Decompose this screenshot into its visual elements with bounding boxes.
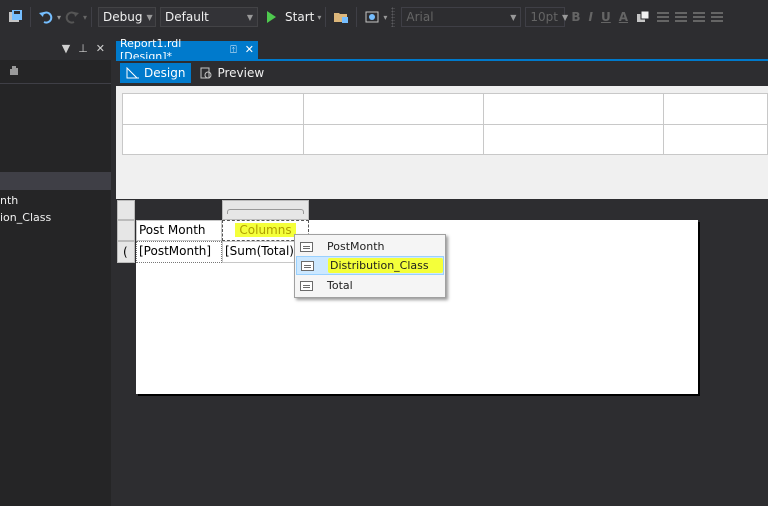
font-name-select[interactable]: Arial ▼	[401, 7, 522, 27]
close-icon[interactable]: ✕	[96, 42, 105, 55]
snapshot-icon[interactable]	[364, 9, 380, 25]
bold-button[interactable]: B	[571, 10, 580, 24]
field-icon	[301, 260, 314, 271]
chevron-down-icon: ▼	[246, 12, 254, 22]
row-handle-details[interactable]: (	[117, 241, 135, 263]
undo-dropdown-icon[interactable]: ▾	[57, 13, 61, 22]
pin-icon[interactable]: ⊥	[78, 42, 88, 55]
align-right-icon[interactable]	[693, 12, 706, 22]
tab-preview[interactable]: Preview	[193, 63, 270, 83]
document-tab[interactable]: Report1.rdl [Design]* ⍐ ✕	[116, 37, 258, 63]
detail-cell-postmonth[interactable]: [PostMonth]	[136, 241, 222, 263]
platform-select[interactable]: Default ▼	[160, 7, 259, 27]
column-handle-spacer	[136, 200, 222, 220]
field-option-label: PostMonth	[327, 240, 385, 253]
open-folder-icon[interactable]	[333, 9, 349, 25]
toolbar-separator	[325, 7, 327, 27]
background-color-icon[interactable]	[635, 9, 651, 25]
font-size-value: 10pt	[530, 10, 558, 24]
undo-icon[interactable]	[38, 9, 54, 25]
font-size-select[interactable]: 10pt ▼	[525, 7, 569, 27]
italic-button[interactable]: I	[589, 10, 593, 24]
redo-dropdown-icon[interactable]: ▾	[83, 13, 87, 22]
field-option-label: Total	[327, 279, 353, 292]
tablix-corner-handle[interactable]	[117, 200, 135, 220]
preview-icon	[200, 67, 212, 79]
start-button[interactable]: Start	[285, 10, 314, 24]
tree-item-distribution-class[interactable]: ion_Class	[0, 211, 51, 224]
align-left-icon[interactable]	[657, 12, 670, 22]
columns-placeholder: Columns	[235, 223, 296, 237]
field-option-total[interactable]: Total	[296, 276, 444, 295]
panel-toolbar	[0, 60, 111, 84]
close-tab-icon[interactable]: ✕	[245, 43, 254, 57]
tab-design[interactable]: Design	[120, 63, 192, 83]
field-selector-popup: PostMonth Distribution_Class Total	[294, 234, 446, 298]
report-data-panel: ▼ ⊥ ✕ nth ion_Class	[0, 38, 111, 506]
hand-icon[interactable]	[8, 64, 20, 79]
align-center-icon[interactable]	[675, 12, 688, 22]
platform-value: Default	[165, 10, 209, 24]
main-toolbar: ▾ ▾ Debug ▼ Default ▼ Start ▾ ▾ Arial ▼ 10p…	[0, 0, 768, 34]
tab-preview-label: Preview	[217, 66, 265, 80]
configuration-select[interactable]: Debug ▼	[98, 7, 157, 27]
start-dropdown-icon[interactable]: ▾	[317, 13, 321, 22]
panel-header: ▼ ⊥ ✕	[0, 38, 111, 60]
underline-button[interactable]: U	[601, 10, 611, 24]
start-play-icon[interactable]	[263, 9, 279, 25]
view-switcher: Design Preview	[116, 61, 768, 85]
toolbar-grip[interactable]	[391, 7, 396, 27]
grouping-grid	[122, 93, 768, 155]
redo-icon[interactable]	[64, 9, 80, 25]
toolbar-separator	[356, 7, 358, 27]
tree-item-selected[interactable]	[0, 172, 111, 190]
chevron-down-icon: ▼	[146, 12, 153, 22]
snapshot-dropdown-icon[interactable]: ▾	[383, 13, 387, 22]
toolbar-separator	[30, 7, 31, 27]
configuration-value: Debug	[103, 10, 143, 24]
toolbar-separator	[91, 7, 93, 27]
chevron-down-icon: ▼	[510, 12, 517, 22]
field-option-distribution-class[interactable]: Distribution_Class	[296, 256, 444, 275]
ruler-icon	[126, 67, 139, 79]
row-handle-header[interactable]	[117, 220, 135, 241]
font-color-button[interactable]: A	[619, 10, 628, 24]
pin-tab-icon[interactable]: ⍐	[230, 43, 237, 57]
column-group-handle[interactable]	[222, 200, 309, 220]
header-cell-post-month[interactable]: Post Month	[136, 220, 222, 241]
save-all-icon[interactable]	[7, 9, 23, 25]
chevron-down-icon: ▼	[561, 12, 569, 22]
tree-item-postmonth[interactable]: nth	[0, 194, 18, 207]
field-option-label: Distribution_Class	[328, 258, 443, 273]
field-option-postmonth[interactable]: PostMonth	[296, 237, 444, 256]
tab-design-label: Design	[144, 66, 186, 80]
bullets-icon[interactable]	[711, 12, 724, 22]
field-icon	[300, 241, 313, 252]
field-icon	[300, 280, 313, 291]
panel-dropdown-icon[interactable]: ▼	[62, 42, 70, 55]
font-name-value: Arial	[406, 10, 434, 24]
